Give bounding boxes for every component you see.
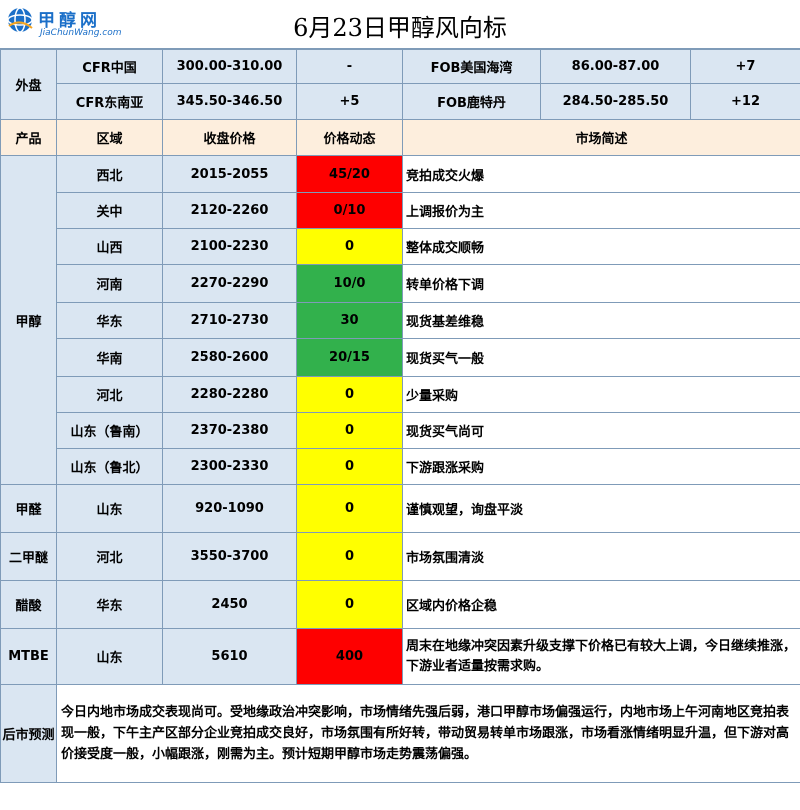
table-row: 河北 2280-2280 0 少量采购	[1, 376, 800, 413]
table-row: 华南 2580-2600 20/15 现货买气一般	[1, 338, 800, 377]
price-cell: 300.00-310.00	[162, 49, 297, 84]
table-row: 山西 2100-2230 0 整体成交顺畅	[1, 228, 800, 265]
price-cell: 920-1090	[162, 484, 297, 533]
price-cell: 2580-2600	[162, 338, 297, 377]
region-cell: 山东	[56, 484, 163, 533]
market-cell: FOB鹿特丹	[402, 83, 541, 120]
region-cell: 河北	[56, 532, 163, 581]
region-cell: 山东（鲁北）	[56, 448, 163, 485]
dynamic-cell: 0	[296, 228, 403, 265]
price-cell: 2015-2055	[162, 155, 297, 193]
summary-cell: 竞拍成交火爆	[402, 155, 800, 193]
change-cell: +12	[690, 83, 800, 120]
region-cell: 华东	[56, 580, 163, 629]
dynamic-cell: 30	[296, 302, 403, 339]
summary-cell: 转单价格下调	[402, 264, 800, 303]
region-cell: 河北	[56, 376, 163, 413]
summary-cell: 整体成交顺畅	[402, 228, 800, 265]
dynamic-cell: 10/0	[296, 264, 403, 303]
product-cell: 醋酸	[0, 580, 57, 629]
table-row: 河南 2270-2290 10/0 转单价格下调	[1, 264, 800, 303]
table-row: 甲醛 山东 920-1090 0 谨慎观望，询盘平淡	[0, 484, 800, 533]
external-label: 外盘	[0, 49, 57, 120]
forecast-text: 今日内地市场成交表现尚可。受地缘政治冲突影响，市场情绪先强后弱，港口甲醇市场偏强…	[56, 684, 800, 783]
region-cell: 西北	[56, 155, 163, 193]
product-cell: 甲醇	[0, 155, 57, 485]
dynamic-cell: 45/20	[296, 155, 403, 193]
table-row: MTBE 山东 5610 400 周末在地缘冲突因素升级支撑下价格已有较大上调，今日继续…	[0, 628, 800, 685]
price-cell: 2710-2730	[162, 302, 297, 339]
page-title: 6月23日甲醇风向标	[293, 14, 507, 42]
dynamic-cell: 0	[296, 448, 403, 485]
table-row: 山东（鲁北） 2300-2330 0 下游跟涨采购	[1, 448, 800, 485]
table-row: 华东 2710-2730 30 现货基差维稳	[1, 302, 800, 339]
page: 甲醇网 JiaChunWang.com 6月23日甲醇风向标 外盘 CFR中国 …	[0, 0, 800, 810]
region-cell: 华南	[56, 338, 163, 377]
dynamic-cell: 0/10	[296, 192, 403, 229]
price-cell: 2300-2330	[162, 448, 297, 485]
summary-cell: 谨慎观望，询盘平淡	[402, 484, 800, 533]
dynamic-cell: 0	[296, 580, 403, 629]
region-cell: 华东	[56, 302, 163, 339]
col-product: 产品	[0, 119, 57, 156]
region-cell: 山东（鲁南）	[56, 412, 163, 449]
table-row: 二甲醚 河北 3550-3700 0 市场氛围清淡	[0, 532, 800, 581]
table-row: 醋酸 华东 2450 0 区域内价格企稳	[0, 580, 800, 629]
dynamic-cell: 0	[296, 376, 403, 413]
title-bar: 甲醇网 JiaChunWang.com 6月23日甲醇风向标	[0, 0, 800, 49]
external-row: CFR东南亚 345.50-346.50 +5 FOB鹿特丹 284.50-28…	[1, 83, 800, 120]
table-row: 关中 2120-2260 0/10 上调报价为主	[1, 192, 800, 229]
market-cell: FOB美国海湾	[402, 49, 541, 84]
col-dynamic: 价格动态	[296, 119, 403, 156]
summary-cell: 区域内价格企稳	[402, 580, 800, 629]
region-cell: 山西	[56, 228, 163, 265]
change-cell: +5	[296, 83, 403, 120]
price-cell: 2270-2290	[162, 264, 297, 303]
summary-cell: 少量采购	[402, 376, 800, 413]
market-cell: CFR东南亚	[56, 83, 163, 120]
summary-cell: 下游跟涨采购	[402, 448, 800, 485]
dynamic-cell: 0	[296, 412, 403, 449]
price-table: 外盘 CFR中国 300.00-310.00 - FOB美国海湾 86.00-8…	[0, 49, 800, 783]
external-row: 外盘 CFR中国 300.00-310.00 - FOB美国海湾 86.00-8…	[0, 49, 800, 120]
product-cell: 甲醛	[0, 484, 57, 533]
price-cell: 2370-2380	[162, 412, 297, 449]
forecast-row: 后市预测 今日内地市场成交表现尚可。受地缘政治冲突影响，市场情绪先强后弱，港口甲醇…	[0, 684, 800, 783]
col-region: 区域	[56, 119, 163, 156]
price-cell: 2450	[162, 580, 297, 629]
dynamic-cell: 20/15	[296, 338, 403, 377]
col-price: 收盘价格	[162, 119, 297, 156]
market-cell: CFR中国	[56, 49, 163, 84]
col-summary: 市场简述	[402, 119, 800, 156]
summary-cell: 现货基差维稳	[402, 302, 800, 339]
price-cell: 2100-2230	[162, 228, 297, 265]
dynamic-cell: 0	[296, 484, 403, 533]
price-cell: 3550-3700	[162, 532, 297, 581]
change-cell: +7	[690, 49, 800, 84]
price-cell: 5610	[162, 628, 297, 685]
region-cell: 河南	[56, 264, 163, 303]
price-cell: 86.00-87.00	[540, 49, 691, 84]
summary-cell: 现货买气尚可	[402, 412, 800, 449]
forecast-label: 后市预测	[0, 684, 57, 783]
product-cell: 二甲醚	[0, 532, 57, 581]
summary-cell: 市场氛围清淡	[402, 532, 800, 581]
summary-cell: 现货买气一般	[402, 338, 800, 377]
dynamic-cell: 0	[296, 532, 403, 581]
region-cell: 关中	[56, 192, 163, 229]
price-cell: 2120-2260	[162, 192, 297, 229]
change-cell: -	[296, 49, 403, 84]
region-cell: 山东	[56, 628, 163, 685]
table-row: 山东（鲁南） 2370-2380 0 现货买气尚可	[1, 412, 800, 449]
price-cell: 284.50-285.50	[540, 83, 691, 120]
product-cell: MTBE	[0, 628, 57, 685]
dynamic-cell: 400	[296, 628, 403, 685]
summary-cell: 上调报价为主	[402, 192, 800, 229]
column-header-row: 产品 区域 收盘价格 价格动态 市场简述	[0, 119, 800, 156]
price-cell: 345.50-346.50	[162, 83, 297, 120]
price-cell: 2280-2280	[162, 376, 297, 413]
table-row: 甲醇 西北 2015-2055 45/20 竞拍成交火爆	[0, 155, 800, 485]
summary-cell: 周末在地缘冲突因素升级支撑下价格已有较大上调，今日继续推涨，下游业者适量按需求购…	[402, 628, 800, 685]
